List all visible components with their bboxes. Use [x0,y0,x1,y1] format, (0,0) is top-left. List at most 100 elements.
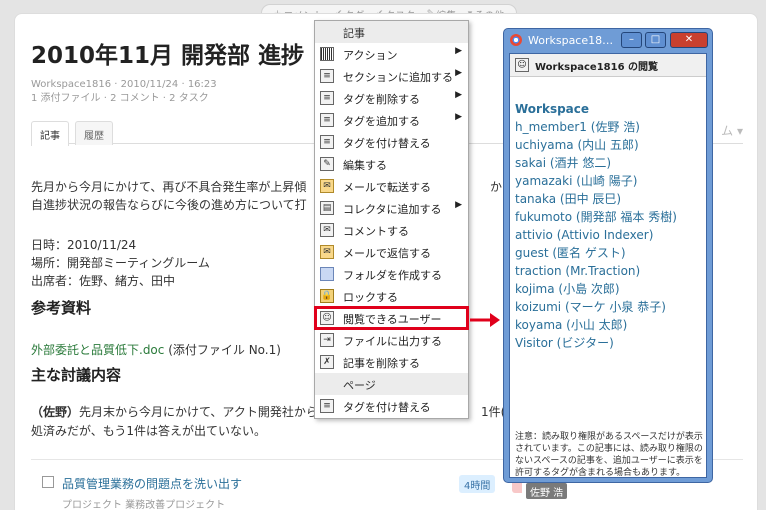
menu-item[interactable]: 🔒 ロックする [315,285,468,307]
lock-icon: 🔒 [320,289,334,303]
document-icon: ≡ [320,399,334,413]
menu-item[interactable]: ≡ タグを付け替える [315,395,468,417]
close-button[interactable]: ✕ [670,32,708,48]
menu-item-label: ファイルに出力する [343,335,442,348]
comment-icon: ✉ [320,223,334,237]
users-icon: ☺ [320,311,334,325]
user-link[interactable]: Visitor (ビジター) [515,334,677,352]
user-link[interactable]: guest (匿名 ゲスト) [515,244,677,262]
menu-item[interactable]: ▤ コレクタに追加する ▶ [315,197,468,219]
tab-right-menu[interactable]: ム ▾ [721,122,743,139]
menu-item-label: タグを付け替える [343,137,431,150]
permissions-note: 注意：読み取り権限があるスペースだけが表示されています。この記事には、読み取り権… [515,432,703,478]
meta-line: Workspace1816 · 2010/11/24 · 16:23 [31,79,217,90]
menu-item-label: 閲覧できるユーザー [343,313,442,326]
menu-header-article: 記事 [315,21,468,43]
menu-item[interactable]: ✗ 記事を削除する [315,351,468,373]
user-link[interactable]: koizumi (マーケ 小泉 恭子) [515,298,677,316]
menu-item[interactable]: ✉ メールで転送する [315,175,468,197]
menu-item[interactable]: ≡ タグを付け替える [315,131,468,153]
page-title: 2010年11月 開発部 進捗 [31,43,305,69]
user-link[interactable]: h_member1 (佐野 浩) [515,118,677,136]
submenu-arrow-icon: ▶ [455,90,462,100]
menu-item-label: メールで返信する [343,247,431,260]
user-link[interactable]: yamazaki (山崎 陽子) [515,172,677,190]
document-icon: ≡ [320,113,334,127]
submenu-arrow-icon: ▶ [455,68,462,78]
menu-item-label: コレクタに追加する [343,203,442,216]
collector-icon: ▤ [320,201,334,215]
menu-group-page: ≡ タグを付け替える [315,395,468,417]
user-tooltip: 佐野 浩 [526,483,568,499]
main-heading: 主な討議内容 [31,366,122,384]
menu-group-article: アクション ▶ ≡ セクションに追加する ▶ ≡ タグを削除する ▶ ≡ タグを追加する ▶ ≡ タグを… [314,43,469,373]
menu-item-label: タグを付け替える [343,401,431,414]
menu-item-label: ロックする [343,291,398,304]
place-line: 場所：開発部ミーティングルーム [31,256,210,270]
body-line: 自進捗状況の報告ならびに今後の進め方について打 [31,198,307,212]
menu-item-label: タグを削除する [343,93,420,106]
document-icon: ≡ [320,135,334,149]
menu-item[interactable]: ≡ セクションに追加する ▶ [315,65,468,87]
folder-icon [320,267,334,281]
menu-header-page: ページ [315,373,468,395]
date-line: 日時：2010/11/24 [31,238,137,252]
users-icon: ☺ [515,58,529,72]
document-icon: ≡ [320,69,334,83]
user-list: Workspace h_member1 (佐野 浩) uchiyama (内山 五… [515,100,677,352]
menu-item-label: メールで転送する [343,181,431,194]
menu-item-label: 編集する [343,159,387,172]
user-link[interactable]: uchiyama (内山 五郎) [515,136,677,154]
menu-item[interactable]: ≡ タグを削除する ▶ [315,87,468,109]
user-link[interactable]: sakai (酒井 悠二) [515,154,677,172]
attachment-note: (添付ファイル No.1) [168,343,281,357]
menu-item[interactable]: ✉ コメントする [315,219,468,241]
user-link[interactable]: traction (Mr.Traction) [515,262,677,280]
context-menu: 記事 アクション ▶ ≡ セクションに追加する ▶ ≡ タグを削除する ▶ ≡ タグを追加する ▶ ≡… [314,20,469,419]
window-titlebar[interactable]: Workspace18… – □ ✕ [504,29,712,52]
menu-item-label: コメントする [343,225,409,238]
menu-item-label: タグを追加する [343,115,420,128]
menu-item[interactable]: ≡ タグを追加する ▶ [315,109,468,131]
maximize-button[interactable]: □ [645,32,666,48]
user-link[interactable]: koyama (小山 太郎) [515,316,677,334]
menu-item-viewers[interactable]: ☺ 閲覧できるユーザー [314,306,469,330]
permissions-window: Workspace18… – □ ✕ ☺ Workspace1816 の閲覧 W… [503,28,713,483]
body-line: 先月から今月にかけて、再び不具合発生率が上昇傾 [31,180,307,194]
attachment-line: 外部委託と品質低下.doc (添付ファイル No.1) [31,341,281,358]
menu-item-label: セクションに追加する [343,71,453,84]
tab-article[interactable]: 記事 [31,121,69,146]
task-project: プロジェクト 業務改善プロジェクト [62,500,226,510]
menu-item[interactable]: ⇥ ファイルに出力する [315,329,468,351]
discussion-tail: 1件( [481,405,506,419]
menu-item[interactable]: ✎ 編集する [315,153,468,175]
red-arrow-annotation [470,313,500,327]
chrome-icon [510,34,522,46]
attachment-link[interactable]: 外部委託と品質低下.doc [31,343,164,357]
mail-icon: ✉ [320,245,334,259]
user-link[interactable]: attivio (Attivio Indexer) [515,226,677,244]
menu-item[interactable]: フォルダを作成する [315,263,468,285]
menu-item[interactable]: アクション ▶ [315,43,468,65]
meta-line: 1 添付ファイル · 2 コメント · 2 タスク [31,93,209,104]
mail-icon: ✉ [320,179,334,193]
user-link[interactable]: tanaka (田中 辰巳) [515,190,677,208]
task-time-badge: 4時間 [459,475,496,493]
submenu-arrow-icon: ▶ [455,112,462,122]
attendees-line: 出席者：佐野、緒方、田中 [31,274,176,288]
export-icon: ⇥ [320,333,334,347]
article-meta: Workspace1816 · 2010/11/24 · 16:23 1 添付フ… [31,78,217,106]
menu-item-label: 記事を削除する [343,357,420,370]
task-title[interactable]: 品質管理業務の問題点を洗い出す [62,475,242,492]
submenu-arrow-icon: ▶ [455,200,462,210]
discussion-line: 先月末から今月にかけて、アクト開発社から [79,405,318,419]
user-link[interactable]: fukumoto (開発部 福本 秀樹) [515,208,677,226]
document-icon: ≡ [320,91,334,105]
barcode-icon [320,47,334,61]
task-checkbox[interactable] [42,476,54,488]
workspace-link[interactable]: Workspace [515,100,677,118]
menu-item[interactable]: ✉ メールで返信する [315,241,468,263]
user-link[interactable]: kojima (小島 次郎) [515,280,677,298]
tab-history[interactable]: 履歴 [75,121,113,145]
minimize-button[interactable]: – [621,32,642,48]
